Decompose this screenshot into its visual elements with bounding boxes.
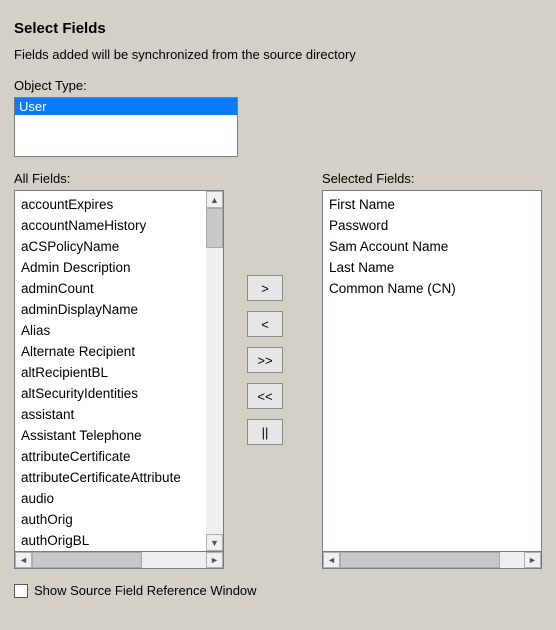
- list-item[interactable]: Alias: [21, 320, 200, 341]
- remove-all-button[interactable]: <<: [247, 383, 283, 409]
- scroll-thumb[interactable]: [340, 552, 500, 568]
- list-item[interactable]: assistant: [21, 404, 200, 425]
- scroll-thumb[interactable]: [206, 208, 223, 248]
- scroll-down-button[interactable]: ▼: [206, 534, 223, 551]
- list-item[interactable]: altSecurityIdentities: [21, 383, 200, 404]
- horizontal-scrollbar[interactable]: ◄ ►: [322, 552, 542, 569]
- object-type-item[interactable]: User: [15, 98, 237, 115]
- list-item[interactable]: Common Name (CN): [329, 278, 535, 299]
- list-item[interactable]: Assistant Telephone: [21, 425, 200, 446]
- selected-fields-label: Selected Fields:: [322, 171, 542, 186]
- list-item[interactable]: Alternate Recipient: [21, 341, 200, 362]
- show-source-label: Show Source Field Reference Window: [34, 583, 257, 598]
- scroll-left-button[interactable]: ◄: [323, 552, 340, 568]
- page-title: Select Fields: [14, 20, 542, 37]
- scroll-right-button[interactable]: ►: [524, 552, 541, 568]
- all-fields-list[interactable]: accountExpiresaccountNameHistoryaCSPolic…: [14, 190, 224, 552]
- scroll-track[interactable]: [340, 552, 524, 568]
- list-item[interactable]: altRecipientBL: [21, 362, 200, 383]
- object-type-label: Object Type:: [14, 78, 542, 93]
- list-item[interactable]: authOrigBL: [21, 530, 200, 551]
- list-item[interactable]: authOrig: [21, 509, 200, 530]
- list-item[interactable]: accountNameHistory: [21, 215, 200, 236]
- list-item[interactable]: Last Name: [329, 257, 535, 278]
- scroll-left-button[interactable]: ◄: [15, 552, 32, 568]
- scroll-thumb[interactable]: [32, 552, 142, 568]
- list-item[interactable]: Sam Account Name: [329, 236, 535, 257]
- list-item[interactable]: accountExpires: [21, 194, 200, 215]
- list-item[interactable]: attributeCertificateAttribute: [21, 467, 200, 488]
- list-item[interactable]: Admin Description: [21, 257, 200, 278]
- list-item[interactable]: aCSPolicyName: [21, 236, 200, 257]
- add-button[interactable]: >: [247, 275, 283, 301]
- show-source-checkbox[interactable]: [14, 584, 28, 598]
- list-item[interactable]: adminDisplayName: [21, 299, 200, 320]
- selected-fields-list[interactable]: First NamePasswordSam Account NameLast N…: [322, 190, 542, 552]
- list-item[interactable]: adminCount: [21, 278, 200, 299]
- list-item[interactable]: audio: [21, 488, 200, 509]
- all-fields-label: All Fields:: [14, 171, 224, 186]
- remove-button[interactable]: <: [247, 311, 283, 337]
- scroll-track[interactable]: [32, 552, 206, 568]
- object-type-list[interactable]: User: [14, 97, 238, 157]
- list-item[interactable]: First Name: [329, 194, 535, 215]
- scroll-up-button[interactable]: ▲: [206, 191, 223, 208]
- list-item[interactable]: Password: [329, 215, 535, 236]
- page-subtitle: Fields added will be synchronized from t…: [14, 47, 542, 62]
- vertical-scrollbar[interactable]: ▲ ▼: [206, 191, 223, 551]
- scroll-right-button[interactable]: ►: [206, 552, 223, 568]
- pause-button[interactable]: ||: [247, 419, 283, 445]
- list-item[interactable]: attributeCertificate: [21, 446, 200, 467]
- horizontal-scrollbar[interactable]: ◄ ►: [14, 552, 224, 569]
- scroll-track[interactable]: [206, 208, 223, 534]
- add-all-button[interactable]: >>: [247, 347, 283, 373]
